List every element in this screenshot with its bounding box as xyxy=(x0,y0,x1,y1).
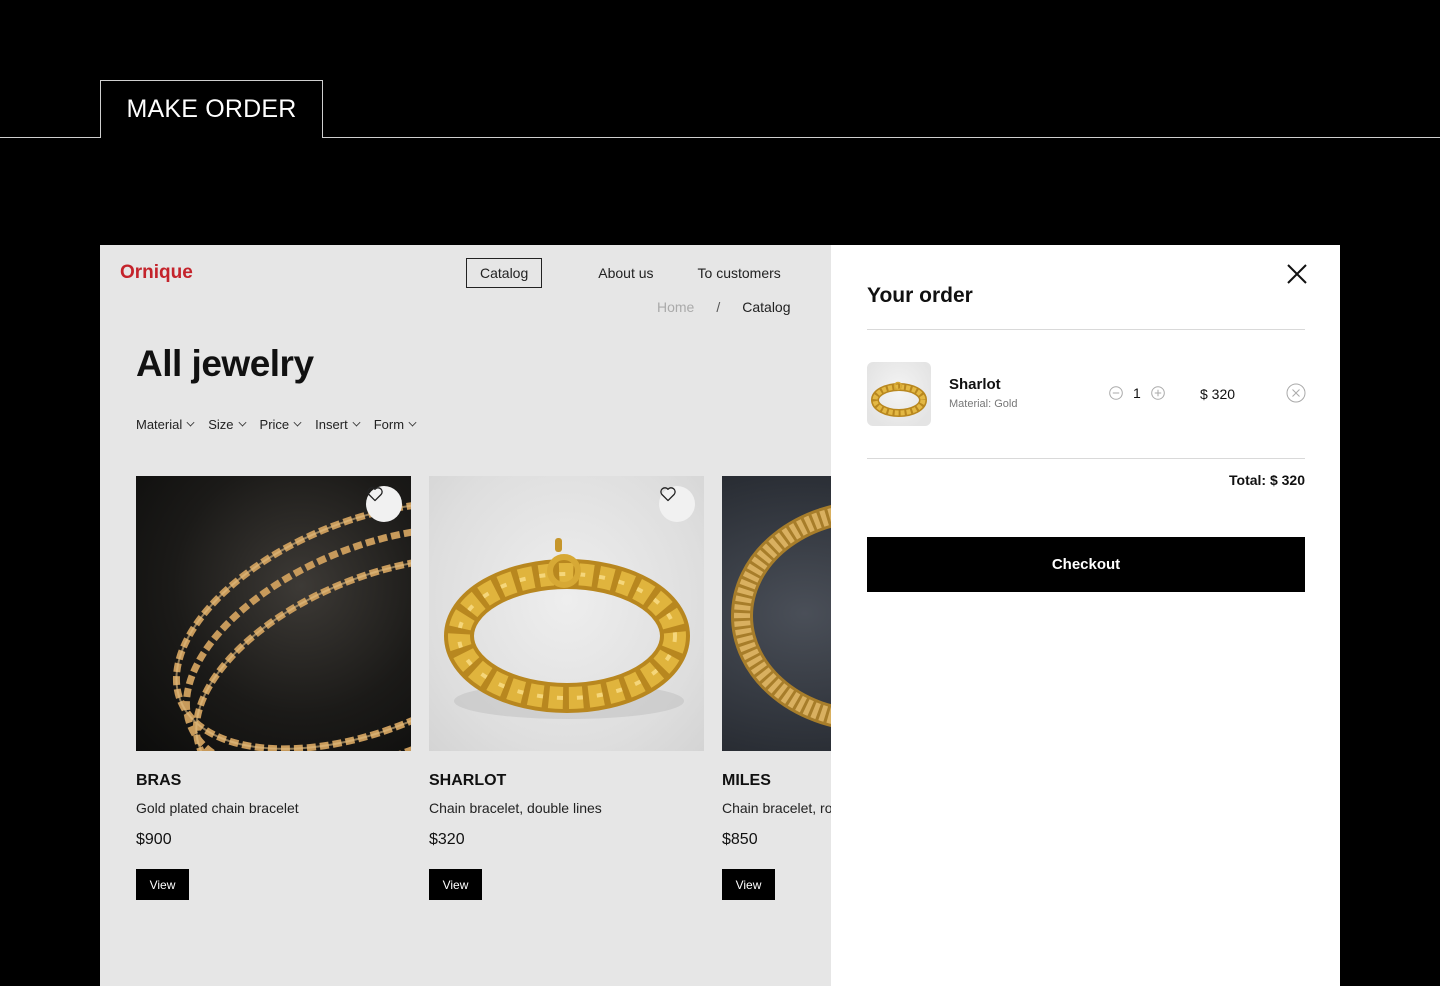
favorite-button[interactable] xyxy=(659,486,695,522)
logo[interactable]: Ornique xyxy=(120,262,193,284)
filter-material[interactable]: Material xyxy=(136,417,195,432)
chevron-down-icon xyxy=(293,418,302,427)
bracelet-image-icon xyxy=(871,381,927,417)
nav-to-customers[interactable]: To customers xyxy=(698,265,781,281)
heart-icon xyxy=(660,487,676,502)
minus-icon[interactable] xyxy=(1109,386,1123,400)
section-tab: MAKE ORDER xyxy=(100,80,323,138)
order-item-thumbnail xyxy=(867,362,931,426)
order-item-price: $ 320 xyxy=(1200,386,1236,402)
order-item-name: Sharlot xyxy=(949,376,1001,393)
filter-insert[interactable]: Insert xyxy=(315,417,361,432)
filter-form[interactable]: Form xyxy=(373,417,417,432)
chevron-down-icon xyxy=(238,418,247,427)
breadcrumb-current: Catalog xyxy=(742,299,791,315)
filter-label: Material xyxy=(136,417,183,432)
product-image[interactable] xyxy=(429,476,704,751)
checkout-button[interactable]: Checkout xyxy=(867,537,1305,592)
product-image[interactable] xyxy=(136,476,411,751)
quantity-value: 1 xyxy=(1133,385,1141,401)
order-title: Your order xyxy=(867,284,973,307)
filter-label: Price xyxy=(259,417,290,432)
favorite-button[interactable] xyxy=(366,486,402,522)
filter-label: Insert xyxy=(315,417,348,432)
divider xyxy=(867,458,1305,459)
order-item-material: Material: Gold xyxy=(949,398,1018,410)
heart-icon xyxy=(367,487,383,502)
product-name[interactable]: BRAS xyxy=(136,772,411,790)
filter-size[interactable]: Size xyxy=(208,417,247,432)
order-total: Total: $ 320 xyxy=(1229,472,1305,488)
filter-label: Size xyxy=(208,417,234,432)
breadcrumb-home[interactable]: Home xyxy=(657,299,694,315)
order-panel: Your order Sharlot Material: Gold 1 $ 32… xyxy=(831,245,1340,986)
product-price: $320 xyxy=(429,831,465,848)
product-price: $900 xyxy=(136,831,172,848)
chevron-down-icon xyxy=(408,418,417,427)
product-card: SHARLOT Chain bracelet, double lines $32… xyxy=(429,476,704,900)
view-button[interactable]: View xyxy=(722,869,775,900)
product-name[interactable]: SHARLOT xyxy=(429,772,704,790)
chevron-down-icon xyxy=(186,418,195,427)
view-button[interactable]: View xyxy=(136,869,189,900)
chevron-down-icon xyxy=(352,418,361,427)
page-title: All jewelry xyxy=(136,343,314,384)
nav-catalog[interactable]: Catalog xyxy=(466,258,543,288)
quantity-stepper: 1 xyxy=(1109,385,1165,401)
view-button[interactable]: View xyxy=(429,869,482,900)
filter-bar: Material Size Price Insert Form xyxy=(136,417,430,432)
bracelet-image-icon xyxy=(172,499,411,751)
breadcrumb-separator: / xyxy=(716,299,721,315)
product-description: Gold plated chain bracelet xyxy=(136,800,299,816)
plus-icon[interactable] xyxy=(1150,386,1165,400)
nav-about-us[interactable]: About us xyxy=(598,265,653,281)
breadcrumb: Home / Catalog xyxy=(657,299,791,315)
bracelet-image-icon xyxy=(444,538,690,719)
close-icon[interactable] xyxy=(1285,262,1309,286)
main-nav: Catalog About us To customers xyxy=(466,258,781,288)
filter-price[interactable]: Price xyxy=(260,417,302,432)
filter-label: Form xyxy=(373,417,405,432)
product-card: BRAS Gold plated chain bracelet $900 Vie… xyxy=(136,476,411,900)
product-description: Chain bracelet, double lines xyxy=(429,800,602,816)
divider xyxy=(867,329,1305,330)
remove-item-icon[interactable] xyxy=(1286,383,1306,403)
